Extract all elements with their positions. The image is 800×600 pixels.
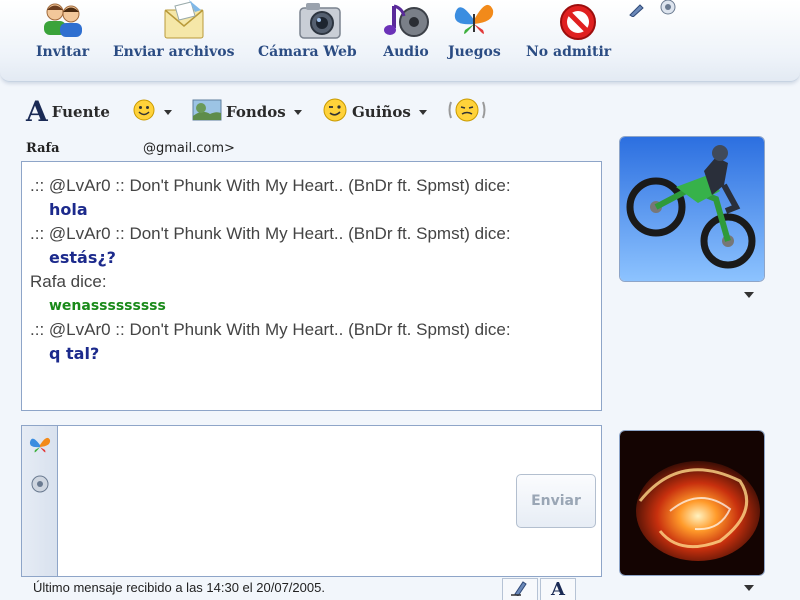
compose-side-strip [22, 426, 58, 576]
webcam-icon [296, 0, 344, 42]
contact-avatar[interactable] [619, 136, 765, 282]
backgrounds-label: Fondos [226, 103, 286, 121]
chevron-down-icon [418, 109, 427, 115]
winks-button[interactable]: Guiños [322, 96, 427, 128]
contact-name: Rafa [26, 141, 60, 156]
audio-label: Audio [383, 44, 429, 60]
audio-button[interactable]: Audio [382, 0, 430, 70]
send-button[interactable]: Enviar [516, 474, 596, 528]
games-label: Juegos [448, 44, 501, 60]
nudge-toolbar-icon[interactable] [656, 0, 680, 20]
message-input[interactable] [59, 426, 529, 576]
handwriting-tab[interactable] [502, 578, 538, 600]
my-avatar[interactable] [619, 430, 765, 576]
webcam-label: Cámara Web [258, 44, 357, 60]
my-avatar-menu-chevron-icon[interactable] [744, 585, 754, 591]
no-entry-icon [554, 0, 602, 42]
music-notes-icon [382, 0, 430, 42]
message-sender: .:: @LvAr0 :: Don't Phunk With My Heart.… [30, 320, 511, 339]
backgrounds-button[interactable]: Fondos [192, 96, 302, 128]
conversation-history[interactable]: .:: @LvAr0 :: Don't Phunk With My Heart.… [21, 161, 602, 411]
status-bar: Último mensaje recibido a las 14:30 el 2… [33, 580, 325, 595]
send-files-label: Enviar archivos [113, 44, 235, 60]
pen-icon [511, 580, 529, 600]
block-button[interactable]: No admitir [526, 0, 611, 70]
font-label: Fuente [51, 103, 110, 121]
message-text: wenasssssssss [49, 298, 166, 314]
contact-email: @gmail.com> [143, 141, 235, 156]
games-button[interactable]: Juegos [448, 0, 501, 70]
webcam-button[interactable]: Cámara Web [258, 0, 357, 70]
invite-button[interactable]: Invitar [36, 0, 89, 70]
butterfly-icon [450, 0, 498, 42]
nudge-icon[interactable] [28, 472, 52, 496]
landscape-icon [192, 99, 222, 125]
smiley-icon [132, 98, 156, 126]
send-files-button[interactable]: Enviar archivos [113, 0, 234, 70]
invite-label: Invitar [36, 44, 90, 60]
nudge-icon [448, 96, 486, 128]
message-text: estás¿? [49, 248, 116, 267]
chevron-down-icon [293, 109, 302, 115]
butterfly-icon[interactable] [28, 434, 52, 458]
compose-mode-tabs: A [502, 578, 578, 600]
draw-tool-icon[interactable] [628, 2, 646, 21]
message-sender: Rafa dice: [30, 272, 107, 291]
buddies-icon [39, 0, 87, 42]
block-label: No admitir [526, 44, 612, 60]
wink-icon [322, 97, 348, 127]
message-sender: .:: @LvAr0 :: Don't Phunk With My Heart.… [30, 224, 511, 243]
font-button[interactable]: A Fuente [26, 96, 110, 128]
contact-header: Rafa @gmail.com> [26, 141, 586, 159]
type-tab[interactable]: A [540, 578, 576, 600]
message-sender: .:: @LvAr0 :: Don't Phunk With My Heart.… [30, 176, 511, 195]
compose-area: Enviar [21, 425, 602, 577]
font-a-icon: A [26, 95, 48, 128]
font-a-icon: A [551, 579, 565, 600]
nudge-button[interactable] [448, 96, 486, 128]
envelope-icon [160, 0, 208, 42]
message-text: hola [49, 200, 88, 219]
message-text: q tal? [49, 344, 100, 363]
contact-avatar-menu-chevron-icon[interactable] [744, 292, 754, 298]
format-bar: A Fuente Fondos Guiños [22, 96, 602, 128]
action-toolbar: Invitar Enviar archivos Cámara Web Audio… [0, 0, 800, 82]
winks-label: Guiños [352, 103, 411, 121]
chevron-down-icon [164, 109, 172, 115]
emoticon-button[interactable] [132, 96, 172, 128]
